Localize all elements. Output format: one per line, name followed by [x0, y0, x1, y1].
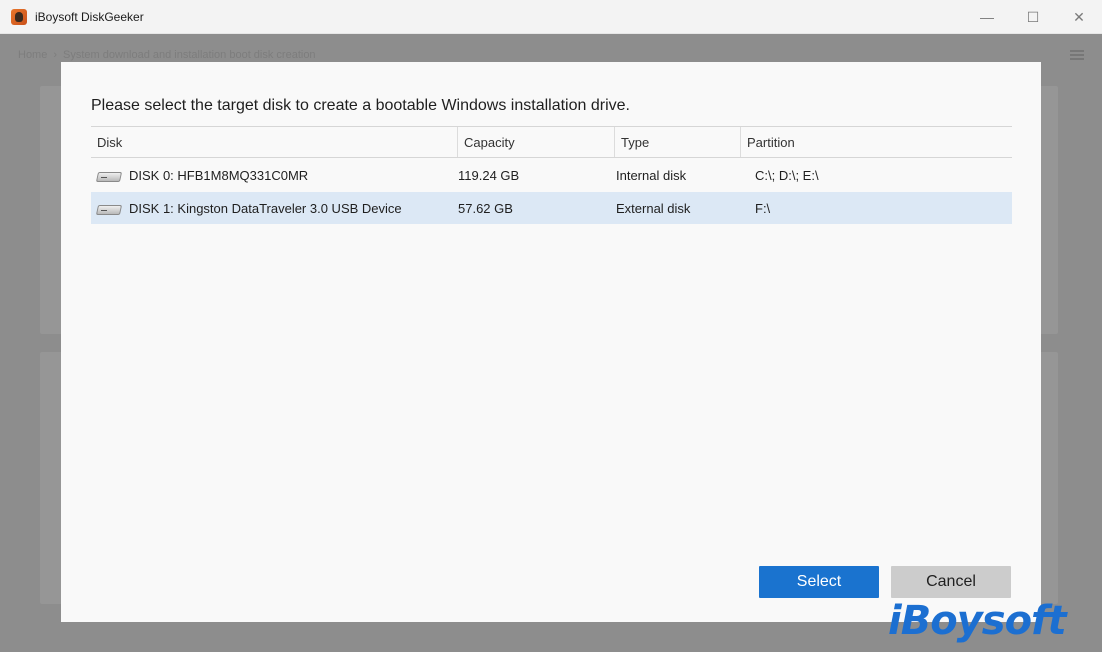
cell-disk: DISK 1: Kingston DataTraveler 3.0 USB De… [91, 192, 457, 224]
cell-type: Internal disk [616, 167, 687, 183]
breadcrumb: Home › System download and installation … [18, 49, 316, 61]
hard-drive-icon [97, 170, 119, 181]
maximize-button[interactable]: ☐ [1010, 0, 1056, 34]
cell-capacity: 57.62 GB [458, 200, 513, 216]
app-logo-icon [11, 8, 27, 25]
breadcrumb-separator: › [53, 49, 58, 61]
window-title: iBoysoft DiskGeeker [35, 9, 144, 24]
iboysoft-watermark-logo: iBoysoft [888, 598, 1067, 644]
column-header-partition[interactable]: Partition [740, 127, 1012, 157]
breadcrumb-current: System download and installation boot di… [63, 49, 316, 61]
table-row-disk-0[interactable]: DISK 0: HFB1M8MQ331C0MR 119.24 GB Intern… [91, 159, 1012, 191]
minimize-button[interactable]: — [964, 0, 1010, 34]
cancel-button[interactable]: Cancel [891, 566, 1011, 598]
column-header-type[interactable]: Type [614, 127, 740, 157]
dialog-heading: Please select the target disk to create … [91, 97, 630, 114]
window-controls: — ☐ ✕ [964, 0, 1102, 34]
select-button[interactable]: Select [759, 566, 879, 598]
column-header-disk[interactable]: Disk [91, 127, 457, 157]
select-disk-dialog: Please select the target disk to create … [61, 62, 1041, 622]
column-header-capacity[interactable]: Capacity [457, 127, 614, 157]
disk-name: DISK 1: Kingston DataTraveler 3.0 USB De… [129, 200, 402, 216]
disk-name: DISK 0: HFB1M8MQ331C0MR [129, 167, 309, 183]
title-bar: iBoysoft DiskGeeker — ☐ ✕ [0, 0, 1102, 34]
cell-partition: C:\; D:\; E:\ [755, 167, 819, 183]
table-row-disk-1[interactable]: DISK 1: Kingston DataTraveler 3.0 USB De… [91, 192, 1012, 224]
close-button[interactable]: ✕ [1056, 0, 1102, 34]
cell-type: External disk [616, 200, 691, 216]
cell-capacity: 119.24 GB [458, 167, 520, 183]
table-header: Disk Capacity Type Partition [91, 126, 1012, 158]
cell-disk: DISK 0: HFB1M8MQ331C0MR [91, 159, 457, 191]
menu-icon [1070, 50, 1084, 60]
disk-table: Disk Capacity Type Partition DISK 0: HFB… [91, 126, 1012, 224]
cell-partition: F:\ [755, 200, 771, 216]
usb-drive-icon [97, 203, 119, 214]
breadcrumb-home: Home [18, 49, 48, 61]
